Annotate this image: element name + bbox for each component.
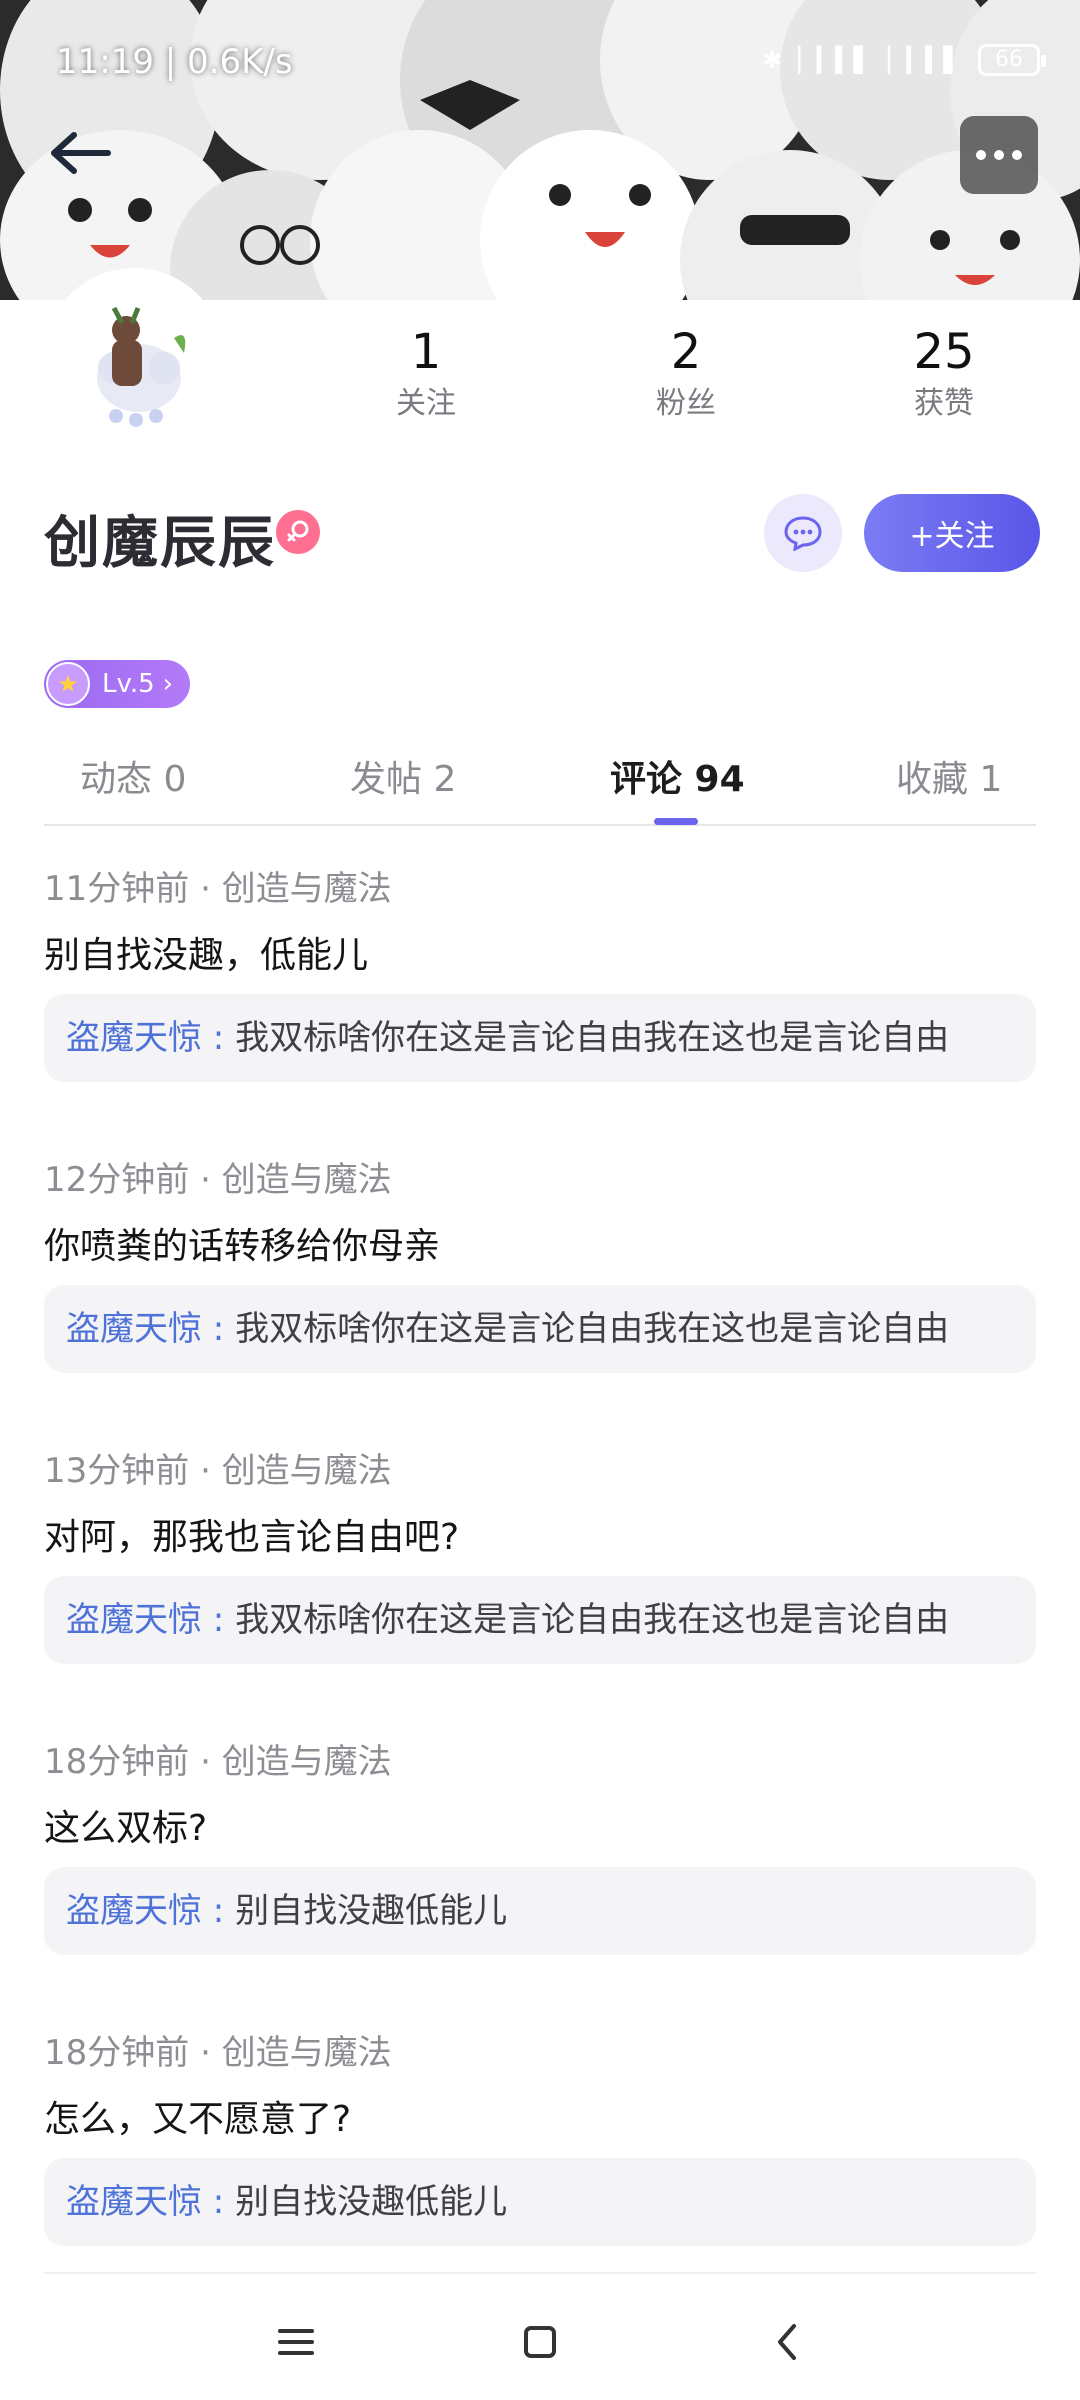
reply-text: 我双标啥你在这是言论自由我在这也是言论自由	[235, 1018, 950, 1058]
back-button[interactable]	[40, 118, 120, 188]
reply-text: 别自找没趣低能儿	[235, 2182, 508, 2222]
reply-preview[interactable]: 盗魔天惊 : 别自找没趣低能儿	[44, 1867, 1036, 1955]
menu-icon	[278, 2329, 314, 2355]
reply-preview[interactable]: 盗魔天惊 : 我双标啥你在这是言论自由我在这也是言论自由	[44, 1285, 1036, 1373]
battery-icon: 66	[978, 44, 1046, 76]
comment-item[interactable]: 12分钟前 · 创造与魔法 你喷粪的话转移给你母亲 盗魔天惊 : 我双标啥你在这…	[44, 1155, 1036, 1446]
stat-followers[interactable]: 2 粉丝	[586, 322, 786, 426]
stat-label: 获赞	[914, 386, 974, 421]
level-badge[interactable]: ★ Lv.5 ›	[44, 660, 190, 708]
reply-user[interactable]: 盗魔天惊 :	[66, 1891, 235, 1931]
arrow-left-icon	[51, 132, 111, 174]
reply-user[interactable]: 盗魔天惊 :	[66, 1018, 235, 1058]
signal-icon-2: ▏▎▍▌	[888, 46, 962, 74]
tab-posts[interactable]: 发帖 2	[350, 750, 456, 802]
reply-user[interactable]: 盗魔天惊 :	[66, 1309, 235, 1349]
stat-label: 粉丝	[656, 386, 716, 421]
nav-menu-button[interactable]	[256, 2312, 336, 2372]
reply-preview[interactable]: 盗魔天惊 : 我双标啥你在这是言论自由我在这也是言论自由	[44, 1576, 1036, 1664]
comment-item[interactable]: 13分钟前 · 创造与魔法 对阿，那我也言论自由吧? 盗魔天惊 : 我双标啥你在…	[44, 1446, 1036, 1737]
level-text: Lv.5	[102, 669, 155, 699]
tab-dynamics[interactable]: 动态 0	[80, 750, 186, 802]
tab-comments[interactable]: 评论 94	[610, 750, 745, 802]
stat-following[interactable]: 1 关注	[326, 322, 526, 426]
stat-label: 关注	[396, 386, 456, 421]
status-icons: ✱ ▏▎▍▌ ▏▎▍▌ 66	[762, 44, 1046, 76]
avatar[interactable]	[44, 268, 224, 448]
profile-tabs: 动态 0 发帖 2 评论 94 收藏 1	[44, 740, 1036, 826]
comment-text: 这么双标?	[44, 1808, 208, 1849]
stat-value: 25	[913, 324, 975, 380]
status-time: 11:19 | 0.6K/s	[56, 42, 293, 82]
comment-text: 怎么，又不愿意了?	[44, 2099, 352, 2140]
comment-meta: 11分钟前 · 创造与魔法	[44, 869, 392, 909]
comment-meta: 12分钟前 · 创造与魔法	[44, 1160, 392, 1200]
reply-text: 别自找没趣低能儿	[235, 1891, 508, 1931]
system-nav-bar	[0, 2286, 1080, 2400]
comment-text: 对阿，那我也言论自由吧?	[44, 1517, 460, 1558]
bluetooth-icon: ✱	[762, 46, 783, 74]
comment-list: 11分钟前 · 创造与魔法 别自找没趣，低能儿 盗魔天惊 : 我双标啥你在这是言…	[44, 864, 1036, 2319]
stat-likes[interactable]: 25 获赞	[844, 322, 1044, 426]
tab-active-indicator	[654, 818, 698, 825]
tab-favorites[interactable]: 收藏 1	[896, 750, 1002, 802]
comment-item[interactable]: 18分钟前 · 创造与魔法 这么双标? 盗魔天惊 : 别自找没趣低能儿	[44, 1737, 1036, 2028]
reply-user[interactable]: 盗魔天惊 :	[66, 2182, 235, 2222]
avatar-image	[44, 268, 224, 448]
nav-home-button[interactable]	[500, 2312, 580, 2372]
follow-button[interactable]: +关注	[864, 494, 1040, 572]
more-dot	[994, 150, 1004, 160]
profile-name: 创魔辰辰	[44, 511, 276, 576]
more-dots-icon	[976, 150, 986, 160]
comment-text: 你喷粪的话转移给你母亲	[44, 1226, 441, 1267]
more-dot	[1012, 150, 1022, 160]
reply-text: 我双标啥你在这是言论自由我在这也是言论自由	[235, 1309, 950, 1349]
reply-user[interactable]: 盗魔天惊 :	[66, 1600, 235, 1640]
reply-preview[interactable]: 盗魔天惊 : 别自找没趣低能儿	[44, 2158, 1036, 2246]
comment-item[interactable]: 18分钟前 · 创造与魔法 怎么，又不愿意了? 盗魔天惊 : 别自找没趣低能儿	[44, 2028, 1036, 2319]
more-button[interactable]	[960, 116, 1038, 194]
chevron-back-icon	[778, 2324, 796, 2360]
stat-value: 1	[410, 324, 442, 380]
comment-text: 别自找没趣，低能儿	[44, 935, 369, 976]
star-icon: ★	[46, 662, 90, 706]
list-divider	[44, 2272, 1036, 2274]
message-button[interactable]	[764, 494, 842, 572]
gender-symbol	[287, 520, 309, 542]
comment-meta: 18分钟前 · 创造与魔法	[44, 1742, 392, 1782]
chevron-right-icon: ›	[162, 669, 174, 699]
signal-icon: ▏▎▍▌	[798, 46, 873, 74]
chat-bubble-icon	[784, 516, 822, 551]
status-bar: 11:19 | 0.6K/s ✱ ▏▎▍▌ ▏▎▍▌ 66	[0, 0, 1080, 120]
reply-preview[interactable]: 盗魔天惊 : 我双标啥你在这是言论自由我在这也是言论自由	[44, 994, 1036, 1082]
comment-item[interactable]: 11分钟前 · 创造与魔法 别自找没趣，低能儿 盗魔天惊 : 我双标啥你在这是言…	[44, 864, 1036, 1155]
comment-meta: 18分钟前 · 创造与魔法	[44, 2033, 392, 2073]
nav-back-button[interactable]	[748, 2312, 828, 2372]
stat-value: 2	[670, 324, 702, 380]
reply-text: 我双标啥你在这是言论自由我在这也是言论自由	[235, 1600, 950, 1640]
comment-meta: 13分钟前 · 创造与魔法	[44, 1451, 392, 1491]
square-home-icon	[524, 2326, 556, 2358]
female-icon	[276, 510, 320, 554]
